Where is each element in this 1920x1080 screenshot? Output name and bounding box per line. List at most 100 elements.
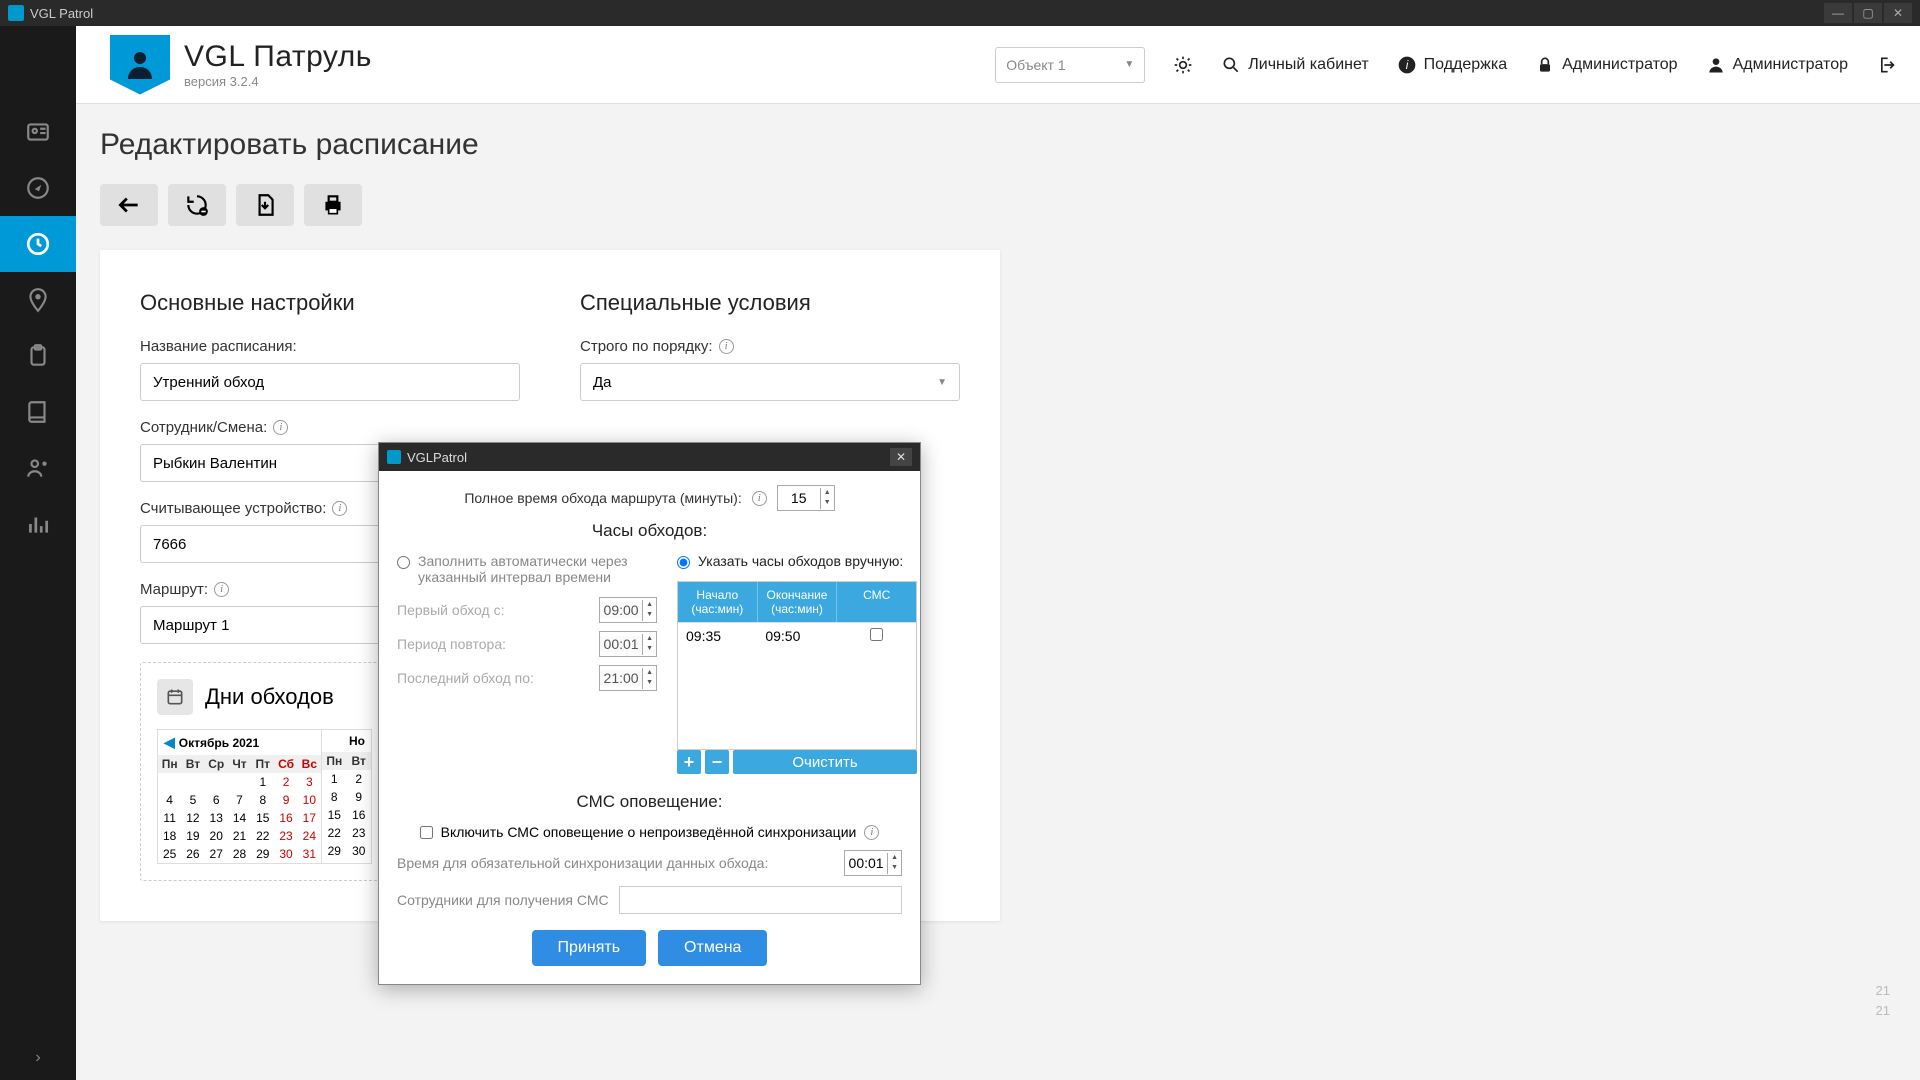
col-end: Окончание (час:мин) bbox=[758, 582, 838, 622]
support-link[interactable]: i Поддержка bbox=[1397, 55, 1507, 75]
prev-month-icon[interactable]: ◀ bbox=[164, 734, 175, 751]
strict-order-select[interactable]: Да▼ bbox=[580, 363, 960, 401]
sync-time-spinner[interactable]: ▲▼ bbox=[844, 850, 902, 876]
info-icon[interactable]: i bbox=[752, 491, 767, 506]
save-button[interactable] bbox=[236, 184, 294, 226]
section-special-title: Специальные условия bbox=[580, 290, 960, 316]
sidebar-item-schedule[interactable] bbox=[0, 216, 76, 272]
app-name: VGL Патруль bbox=[184, 40, 372, 74]
info-icon: i bbox=[1397, 55, 1417, 75]
back-button[interactable] bbox=[100, 184, 158, 226]
last-time-input bbox=[600, 670, 642, 686]
toolbar bbox=[100, 184, 1920, 226]
admin-label: Администратор bbox=[1562, 56, 1677, 74]
user-icon bbox=[1706, 55, 1726, 75]
maximize-button[interactable]: ▢ bbox=[1854, 3, 1882, 23]
file-down-icon bbox=[252, 192, 278, 218]
app-icon bbox=[387, 450, 401, 464]
period-input bbox=[600, 636, 642, 652]
logout-button[interactable] bbox=[1876, 55, 1896, 75]
info-icon[interactable]: i bbox=[864, 825, 879, 840]
sidebar-item-book[interactable] bbox=[0, 384, 76, 440]
radio-manual[interactable]: Указать часы обходов вручную: bbox=[677, 553, 917, 569]
sidebar-item-clipboard[interactable] bbox=[0, 328, 76, 384]
admin-link[interactable]: Администратор bbox=[1535, 55, 1677, 75]
total-time-label: Полное время обхода маршрута (минуты): bbox=[464, 490, 741, 506]
user-link[interactable]: Администратор bbox=[1706, 55, 1848, 75]
modal-title: VGLPatrol bbox=[407, 450, 467, 465]
next-month-hint: Но bbox=[349, 734, 365, 748]
col-sms: СМС bbox=[837, 582, 916, 622]
hours-section-title: Часы обходов: bbox=[397, 521, 902, 541]
clock-refresh-icon bbox=[25, 231, 51, 257]
col-start: Начало (час:мин) bbox=[678, 582, 758, 622]
last-time-spinner: ▲▼ bbox=[599, 665, 657, 691]
radio-manual-label: Указать часы обходов вручную: bbox=[698, 553, 903, 569]
total-time-spinner[interactable]: ▲▼ bbox=[777, 485, 835, 511]
spin-up-icon[interactable]: ▲ bbox=[821, 488, 834, 499]
period-label: Период повтора: bbox=[397, 636, 506, 652]
gear-icon bbox=[1173, 55, 1193, 75]
modal-titlebar: VGLPatrol ✕ bbox=[379, 443, 920, 471]
sms-enable-checkbox[interactable]: Включить СМС оповещение о непроизведённо… bbox=[397, 824, 902, 840]
reset-button[interactable] bbox=[168, 184, 226, 226]
hours-table: Начало (час:мин) Окончание (час:мин) СМС… bbox=[677, 581, 917, 750]
app-icon bbox=[8, 5, 24, 21]
sync-time-input[interactable] bbox=[845, 855, 887, 871]
printer-icon bbox=[320, 192, 346, 218]
last-label: Последний обход по: bbox=[397, 670, 534, 686]
days-title: Дни обходов bbox=[205, 684, 334, 710]
chevron-right-icon: › bbox=[35, 1049, 40, 1067]
row-sms-checkbox[interactable] bbox=[870, 628, 883, 641]
page-title: Редактировать расписание bbox=[100, 128, 1920, 162]
object-selector-value: Объект 1 bbox=[1006, 57, 1065, 73]
object-selector[interactable]: Объект 1 ▼ bbox=[995, 47, 1145, 83]
cancel-button[interactable]: Отмена bbox=[658, 930, 767, 966]
sidebar-item-card[interactable] bbox=[0, 104, 76, 160]
info-icon[interactable]: i bbox=[332, 501, 347, 516]
info-icon[interactable]: i bbox=[273, 420, 288, 435]
support-label: Поддержка bbox=[1424, 56, 1507, 74]
info-icon[interactable]: i bbox=[214, 582, 229, 597]
spin-down-icon[interactable]: ▼ bbox=[821, 498, 834, 509]
sms-section-title: СМС оповещение: bbox=[397, 792, 902, 812]
calendar-icon bbox=[157, 679, 193, 715]
radio-auto[interactable]: Заполнить автоматически через указанный … bbox=[397, 553, 657, 585]
user-label: Администратор bbox=[1733, 56, 1848, 74]
bar-chart-icon bbox=[25, 511, 51, 537]
key-search-icon bbox=[1221, 55, 1241, 75]
schedule-name-input[interactable]: Утренний обход bbox=[140, 363, 520, 401]
sidebar-item-marker[interactable] bbox=[0, 272, 76, 328]
sms-recipients-input[interactable] bbox=[619, 886, 902, 914]
table-row[interactable]: 09:35 09:50 bbox=[678, 622, 916, 649]
logout-icon bbox=[1876, 55, 1896, 75]
sidebar-expand[interactable]: › bbox=[0, 1036, 76, 1080]
print-button[interactable] bbox=[304, 184, 362, 226]
total-time-input[interactable] bbox=[778, 490, 820, 506]
person-pin-icon bbox=[25, 455, 51, 481]
sidebar-item-tracking[interactable] bbox=[0, 440, 76, 496]
accept-button[interactable]: Принять bbox=[532, 930, 647, 966]
book-icon bbox=[25, 399, 51, 425]
settings-button[interactable] bbox=[1173, 55, 1193, 75]
schedule-name-label: Название расписания: bbox=[140, 338, 297, 355]
remove-row-button[interactable]: − bbox=[705, 750, 729, 774]
close-button[interactable]: ✕ bbox=[1884, 3, 1912, 23]
sidebar: › bbox=[0, 26, 76, 1080]
cabinet-link[interactable]: Личный кабинет bbox=[1221, 55, 1368, 75]
sidebar-item-compass[interactable] bbox=[0, 160, 76, 216]
info-icon[interactable]: i bbox=[719, 339, 734, 354]
route-label: Маршрут: bbox=[140, 581, 208, 598]
minimize-button[interactable]: — bbox=[1824, 3, 1852, 23]
section-main-title: Основные настройки bbox=[140, 290, 520, 316]
calendar-month[interactable]: ◀Октябрь 2021 ПнВтСрЧтПтСбВс123456789101… bbox=[157, 729, 322, 864]
modal-close-button[interactable]: ✕ bbox=[890, 448, 912, 466]
device-label: Считывающее устройство: bbox=[140, 500, 326, 517]
radio-auto-label: Заполнить автоматически через указанный … bbox=[418, 553, 657, 585]
refresh-minus-icon bbox=[184, 192, 210, 218]
add-row-button[interactable]: + bbox=[677, 750, 701, 774]
sidebar-item-stats[interactable] bbox=[0, 496, 76, 552]
id-card-icon bbox=[25, 119, 51, 145]
clear-button[interactable]: Очистить bbox=[733, 750, 917, 774]
cell-end: 09:50 bbox=[757, 623, 836, 649]
